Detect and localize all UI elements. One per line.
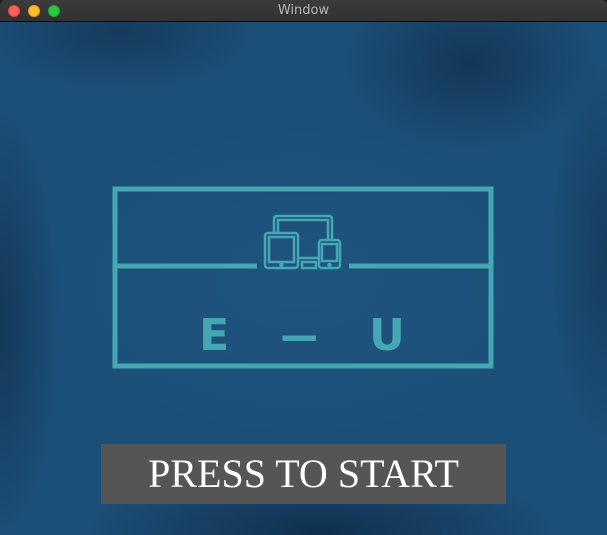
title-bar[interactable]: Window	[0, 0, 607, 22]
press-to-start-button[interactable]: PRESS TO START	[101, 444, 506, 504]
app-window: Window E — U PRESS TO START	[0, 0, 607, 535]
logo-dash: —	[280, 309, 320, 361]
devices-icon	[263, 214, 342, 270]
logo-letter-u: U	[369, 309, 407, 361]
logo-title: E — U	[115, 288, 491, 382]
window-title: Window	[277, 3, 330, 18]
game-screen: E — U PRESS TO START	[0, 22, 607, 535]
logo-letter-e: E	[199, 309, 232, 361]
logo-frame-top	[112, 186, 494, 268]
